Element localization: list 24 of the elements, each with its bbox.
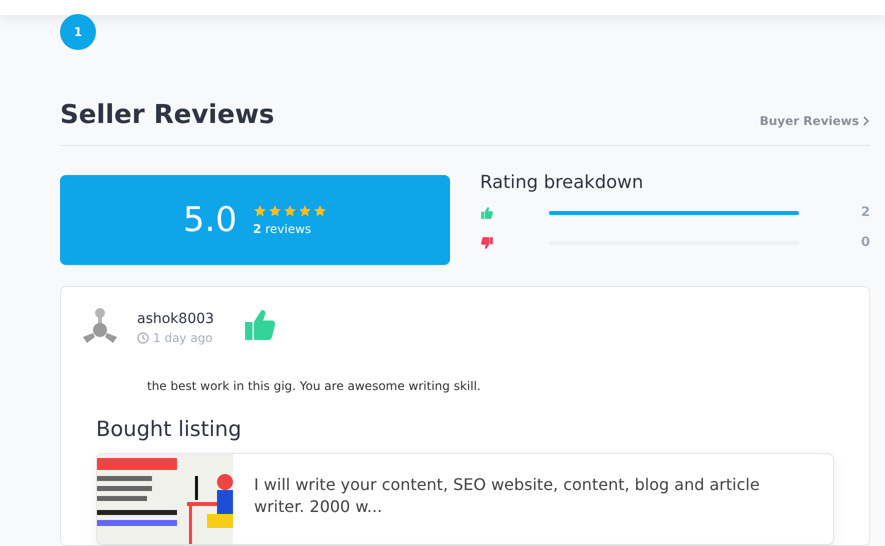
star-icon bbox=[313, 204, 328, 218]
star-icon bbox=[253, 204, 268, 218]
section-title: Seller Reviews bbox=[60, 100, 274, 130]
thumbs-down-icon bbox=[480, 236, 494, 250]
buyer-reviews-link[interactable]: Buyer Reviews bbox=[760, 114, 870, 128]
star-icon bbox=[283, 204, 298, 218]
listing-card[interactable]: I will write your content, SEO website, content, blog and article writer. 2000 w... bbox=[96, 453, 834, 545]
breakdown-title: Rating breakdown bbox=[480, 172, 644, 193]
review-count: 2 reviews bbox=[253, 222, 312, 236]
listing-title: I will write your content, SEO website, content, blog and article writer. 2000 w... bbox=[253, 474, 761, 518]
star-icon bbox=[298, 204, 312, 218]
rating-score: 5.0 bbox=[182, 200, 238, 240]
review-time: 1 day ago bbox=[153, 331, 213, 345]
page-button[interactable]: 1 bbox=[60, 14, 96, 50]
clock-icon bbox=[137, 332, 149, 344]
rating-count: 0 bbox=[860, 235, 870, 250]
listing-heading: Bought listing bbox=[96, 417, 242, 441]
avatar-icon bbox=[81, 307, 119, 345]
reviewer-name: ashok8003 bbox=[137, 311, 214, 327]
review-text: the best work in this gig. You are awesome writing skill. bbox=[147, 379, 482, 393]
star-icon bbox=[268, 204, 282, 218]
chevron-right-icon bbox=[862, 116, 870, 126]
thumbs-up-icon bbox=[480, 206, 494, 220]
rating-count: 2 bbox=[860, 205, 870, 220]
